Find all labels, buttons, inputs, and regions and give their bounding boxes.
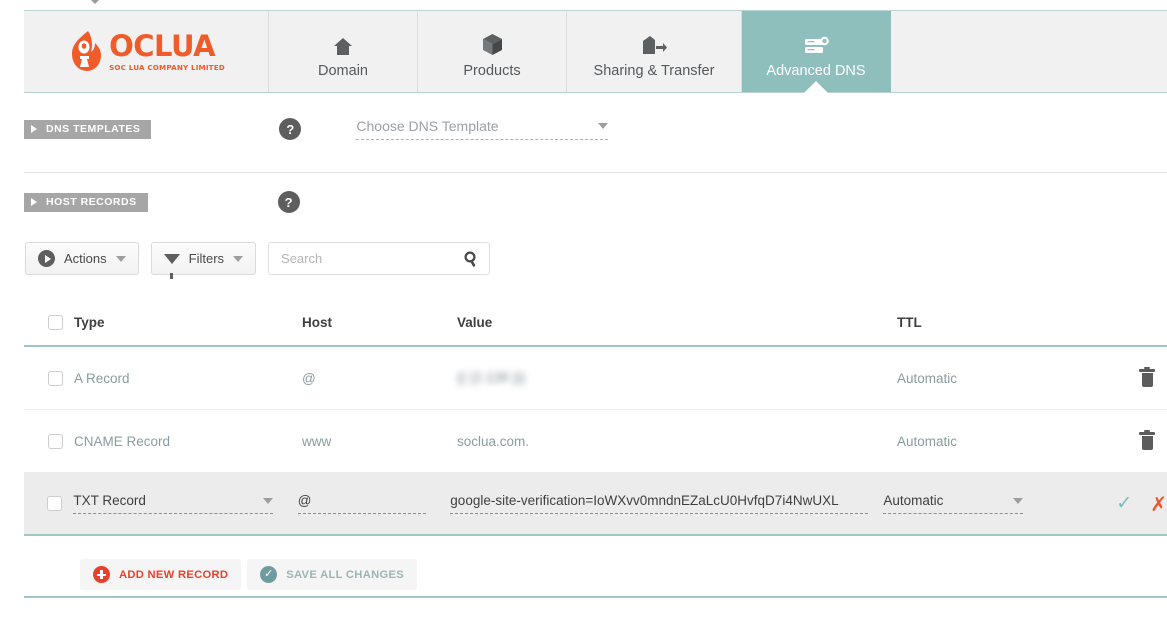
chevron-down-icon [115, 255, 126, 262]
tab-advanced-dns-label: Advanced DNS [766, 63, 866, 79]
tab-advanced-dns[interactable]: Advanced DNS [742, 11, 891, 92]
select-all-checkbox[interactable] [47, 315, 63, 330]
navbar-filler [891, 11, 1167, 92]
confirm-edit-icon[interactable]: ✓ [1116, 494, 1132, 513]
column-header-ttl: TTL [897, 315, 922, 330]
check-circle-icon: ✓ [260, 566, 278, 583]
cell-type: CNAME Record [74, 433, 171, 449]
cell-type: A Record [74, 370, 130, 386]
table-row[interactable]: A Record @ (( (2.128 ))) Automatic [24, 347, 1167, 410]
host-input-value: @ [297, 493, 312, 508]
cell-host-editor: @ [297, 493, 451, 514]
cell-actions [1087, 429, 1167, 450]
plus-circle-icon [93, 566, 110, 583]
cell-value-redacted: (( (2.128 ))) [457, 370, 526, 385]
delete-record-icon[interactable] [1139, 429, 1155, 450]
funnel-icon [163, 253, 180, 279]
flame-torch-logo-icon [72, 30, 102, 71]
chevron-down-icon [263, 497, 274, 504]
search-box[interactable] [268, 242, 491, 275]
main-navbar: OCLUA SOC LUA COMPANY LIMITED Domain Pro… [24, 10, 1167, 93]
host-records-section: HOST RECORDS ? [0, 191, 300, 213]
cell-actions [1087, 366, 1167, 387]
dns-server-icon [803, 30, 830, 56]
column-header-value: Value [457, 315, 493, 330]
search-input[interactable] [279, 250, 465, 267]
search-icon[interactable] [464, 250, 479, 267]
cell-value: (( (2.128 ))) [457, 369, 897, 387]
add-new-record-button[interactable]: ADD NEW RECORD [80, 559, 242, 590]
table-row-editing[interactable]: TXT Record @ google-site-verification=Io… [24, 473, 1167, 536]
tab-sharing-transfer-label: Sharing & Transfer [593, 63, 715, 79]
host-records-help-icon[interactable]: ? [277, 191, 300, 213]
record-type-select[interactable]: TXT Record [73, 493, 274, 514]
ttl-select-value: Automatic [883, 493, 944, 508]
dns-templates-label[interactable]: DNS TEMPLATES [24, 119, 152, 139]
ttl-select[interactable]: Automatic [883, 493, 1024, 514]
cell-ttl: Automatic [897, 433, 958, 449]
dns-records-table: Type Host Value TTL A Record @ (( (2.128… [24, 300, 1167, 536]
brand-tagline: SOC LUA COMPANY LIMITED [109, 62, 225, 72]
tab-domain-label: Domain [318, 63, 368, 79]
cell-ttl: Automatic [897, 370, 958, 386]
records-footer-bar: ADD NEW RECORD ✓ SAVE ALL CHANGES [24, 553, 1167, 598]
cell-type-editor: TXT Record [73, 493, 297, 514]
record-type-value: TXT Record [73, 493, 146, 508]
home-icon [333, 30, 353, 56]
cell-host: www [302, 433, 332, 449]
chevron-down-icon [233, 255, 244, 262]
save-all-changes-button[interactable]: ✓ SAVE ALL CHANGES [247, 559, 417, 590]
cell-host: @ [302, 370, 316, 386]
host-input[interactable]: @ [297, 493, 426, 514]
box-icon [482, 30, 503, 56]
delete-record-icon[interactable] [1139, 366, 1155, 387]
row-select-cell [24, 496, 73, 511]
filters-button-label: Filters [188, 251, 225, 266]
brand-name: OCLUA [109, 28, 216, 63]
tab-products[interactable]: Products [418, 11, 567, 92]
cell-value: soclua.com. [457, 433, 530, 449]
tab-domain[interactable]: Domain [269, 11, 418, 92]
tab-products-label: Products [463, 63, 521, 79]
filters-button[interactable]: Filters [150, 242, 257, 279]
save-all-changes-label: SAVE ALL CHANGES [286, 568, 404, 581]
value-input-value: google-site-verification=IoWXvv0mndnEZaL… [450, 493, 839, 508]
select-all-cell [24, 315, 74, 330]
brand-logo[interactable]: OCLUA SOC LUA COMPANY LIMITED [24, 11, 269, 92]
cell-actions: ✓ ✗ [1070, 494, 1167, 514]
table-row[interactable]: CNAME Record www soclua.com. Automatic [24, 410, 1167, 473]
row-checkbox[interactable] [47, 433, 63, 449]
column-header-host: Host [302, 315, 332, 330]
add-new-record-label: ADD NEW RECORD [119, 568, 229, 581]
table-header-row: Type Host Value TTL [24, 300, 1167, 347]
share-transfer-icon [641, 30, 667, 56]
tab-sharing-transfer[interactable]: Sharing & Transfer [567, 11, 742, 92]
records-toolbar: Actions Filters [25, 242, 491, 279]
row-checkbox[interactable] [47, 370, 63, 386]
play-circle-icon [38, 250, 55, 267]
cancel-edit-icon[interactable]: ✗ [1150, 494, 1167, 514]
dns-templates-section: DNS TEMPLATES ? Choose DNS Template [0, 118, 609, 140]
column-header-type: Type [74, 315, 105, 330]
chevron-down-icon [598, 123, 609, 129]
cell-value-editor: google-site-verification=IoWXvv0mndnEZaL… [450, 493, 883, 514]
dns-templates-help-icon[interactable]: ? [279, 118, 302, 140]
dns-template-select[interactable]: Choose DNS Template [356, 118, 609, 140]
collapse-chevron-icon[interactable] [84, 0, 106, 4]
page-top-stub [0, 0, 1167, 10]
cell-ttl-editor: Automatic [883, 493, 1070, 514]
host-records-label[interactable]: HOST RECORDS [24, 192, 148, 212]
actions-button[interactable]: Actions [25, 242, 139, 275]
dns-template-select-value: Choose DNS Template [356, 118, 499, 134]
value-input[interactable]: google-site-verification=IoWXvv0mndnEZaL… [450, 493, 869, 514]
section-divider [24, 172, 1167, 173]
chevron-down-icon [1013, 497, 1024, 504]
row-select-cell [24, 433, 74, 449]
row-select-cell [24, 370, 74, 386]
row-checkbox[interactable] [47, 496, 63, 511]
actions-button-label: Actions [64, 251, 107, 266]
